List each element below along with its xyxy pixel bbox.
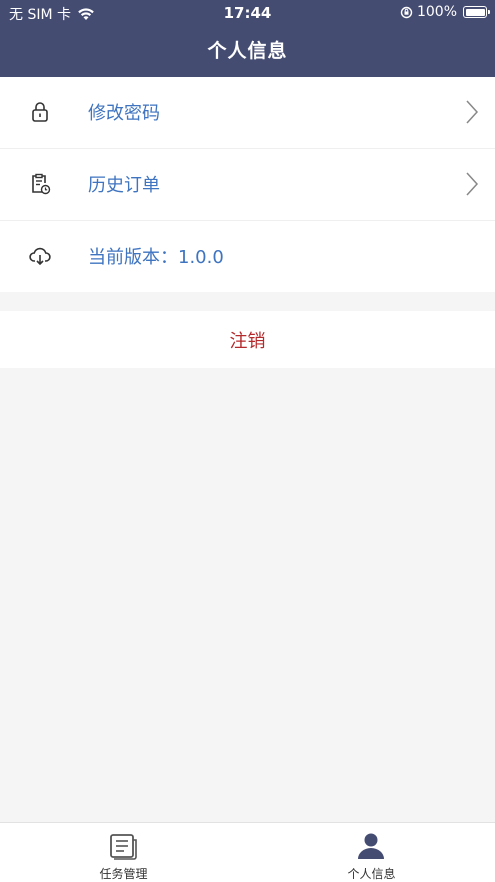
menu-item-version: 当前版本：1.0.0: [0, 221, 495, 292]
settings-menu: 修改密码 历史订单 当前版本：1.0.0: [0, 77, 495, 292]
tab-label: 任务管理: [99, 867, 148, 881]
menu-item-order-history[interactable]: 历史订单: [0, 149, 495, 221]
tab-label: 个人信息: [347, 867, 396, 881]
page-title: 个人信息: [207, 40, 288, 62]
order-history-icon: [32, 173, 51, 195]
task-list-icon: [110, 834, 137, 860]
logout-button[interactable]: 注销: [0, 311, 495, 368]
header: 无 SIM 卡 17:44 100% 个人信息: [0, 0, 495, 77]
battery-icon: [463, 6, 490, 18]
chevron-right-icon: [466, 172, 479, 196]
menu-item-label: 历史订单: [88, 175, 160, 196]
cloud-download-icon: [29, 247, 51, 266]
tab-bar: 任务管理 个人信息: [0, 822, 495, 882]
status-bar: 无 SIM 卡 17:44 100%: [0, 0, 495, 26]
menu-item-label: 修改密码: [88, 103, 160, 124]
menu-item-change-password[interactable]: 修改密码: [0, 77, 495, 149]
orientation-lock-icon: [400, 6, 413, 18]
tab-personal-info[interactable]: 个人信息: [248, 823, 495, 882]
person-icon: [358, 833, 384, 859]
lock-icon: [32, 102, 48, 122]
status-right: 100%: [400, 4, 490, 20]
battery-percent: 100%: [416, 4, 457, 20]
chevron-right-icon: [466, 100, 479, 124]
version-label: 当前版本：1.0.0: [88, 247, 224, 268]
logout-label: 注销: [229, 330, 266, 352]
tab-task-management[interactable]: 任务管理: [0, 823, 247, 882]
